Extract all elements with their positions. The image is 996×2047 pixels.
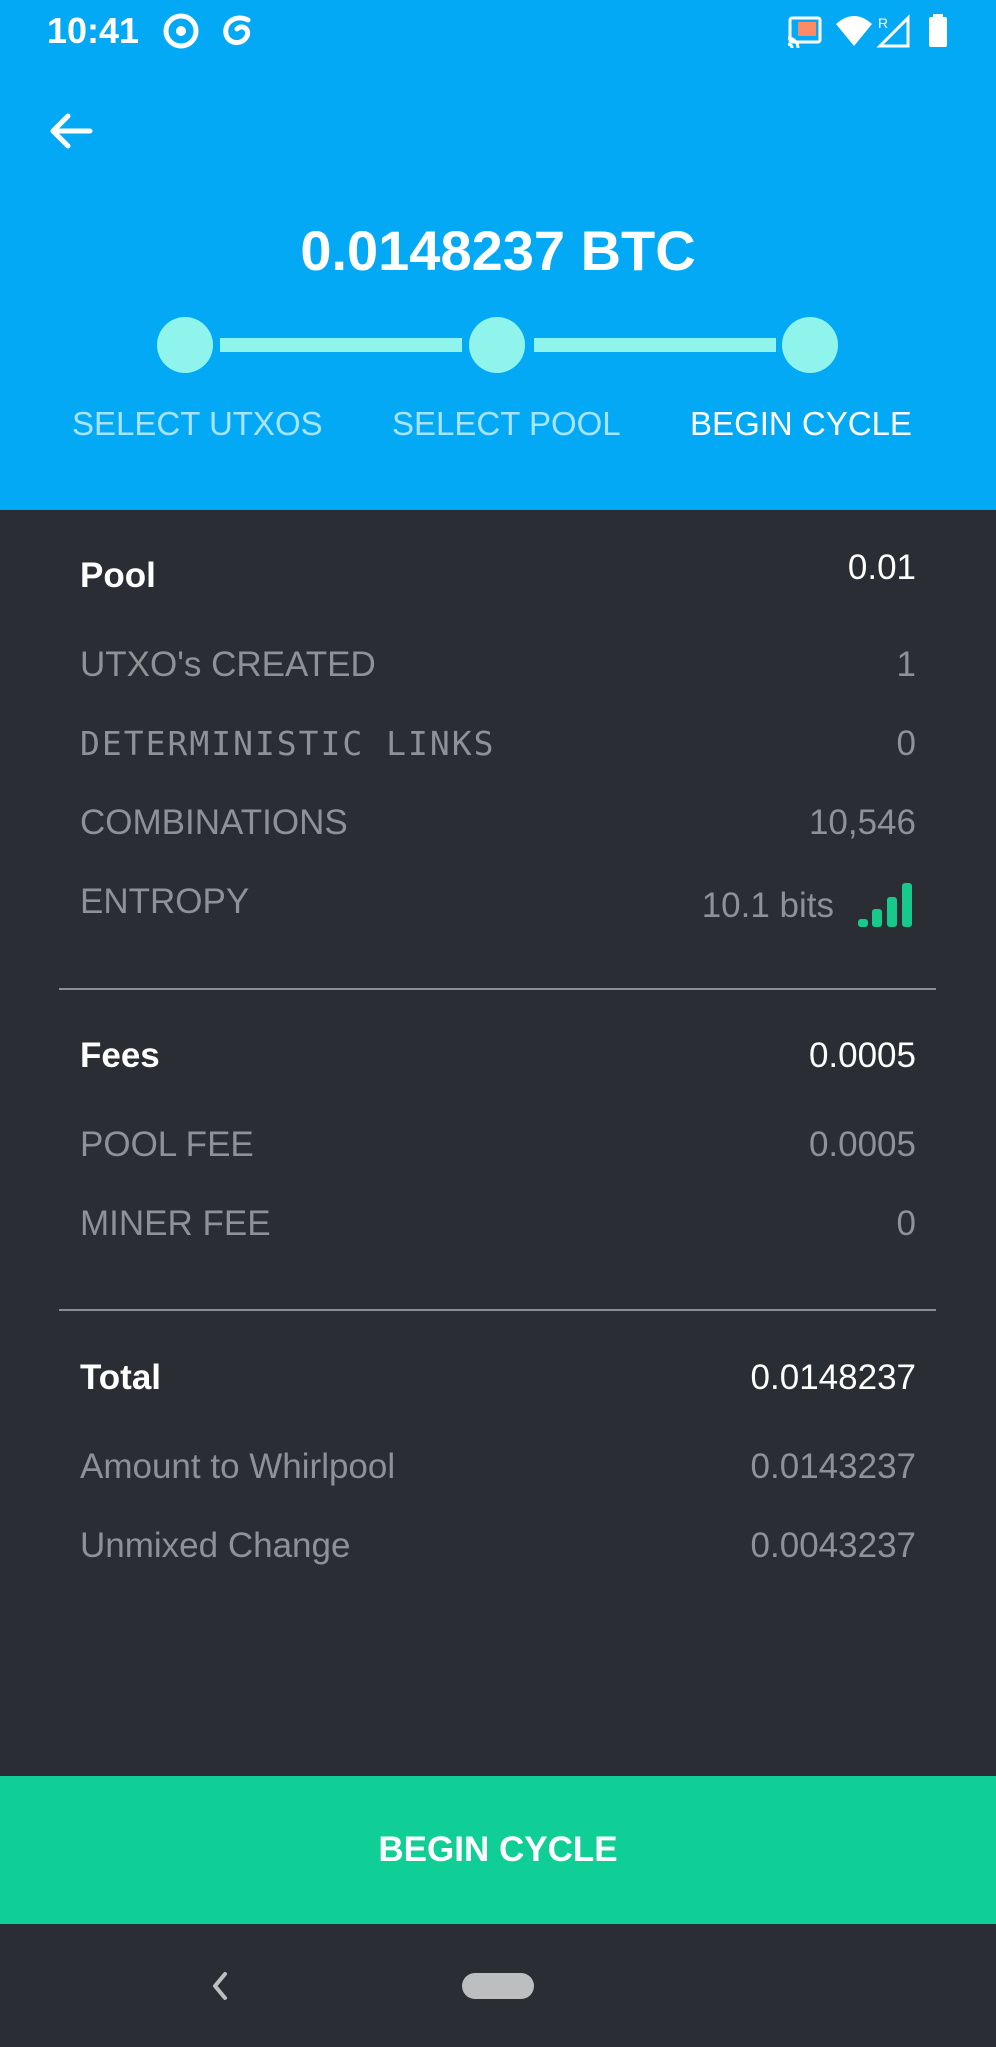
step-label-begin-cycle: BEGIN CYCLE: [690, 405, 912, 442]
begin-cycle-button[interactable]: BEGIN CYCLE: [0, 1776, 996, 1924]
entropy-value: 10.1 bits: [701, 886, 834, 925]
amount-to-whirlpool-label: Amount to Whirlpool: [80, 1447, 396, 1486]
unmixed-change-row: Unmixed Change 0.0043237: [80, 1526, 916, 1576]
fees-title: Fees: [80, 1036, 160, 1075]
entropy-bar: [902, 883, 912, 927]
fees-value: 0.0005: [808, 1036, 916, 1075]
step-dot-select-pool: [469, 317, 525, 373]
section-divider: [59, 1309, 936, 1311]
step-label-select-pool: SELECT POOL: [392, 405, 621, 442]
combinations-row: COMBINATIONS 10,546: [80, 803, 916, 853]
step-dot-select-utxos: [157, 317, 213, 373]
entropy-signal-icon: [858, 883, 916, 927]
entropy-bar: [872, 909, 882, 927]
nav-home-pill[interactable]: [462, 1973, 534, 1999]
miner-fee-row: MINER FEE 0: [80, 1204, 916, 1254]
pool-fee-label: POOL FEE: [80, 1125, 254, 1164]
fees-header-row: Fees 0.0005: [80, 1036, 916, 1086]
miner-fee-label: MINER FEE: [80, 1204, 271, 1243]
section-divider: [59, 988, 936, 990]
signal-icon: R: [876, 14, 910, 48]
deterministic-links-row: DETERMINISTIC LINKS 0: [80, 724, 916, 774]
step-connector: [534, 338, 776, 352]
nav-back-icon[interactable]: [205, 1968, 235, 2004]
entropy-label: ENTROPY: [80, 882, 250, 921]
unmixed-change-value: 0.0043237: [750, 1526, 916, 1565]
pool-fee-value: 0.0005: [808, 1125, 916, 1164]
status-time: 10:41: [47, 10, 140, 51]
back-arrow-icon[interactable]: [44, 104, 98, 158]
header-panel: 10:41 R 0.0148237 BTC SELECT UTXOS SELEC…: [0, 0, 996, 510]
step-label-select-utxos: SELECT UTXOS: [72, 405, 323, 442]
status-bar: 10:41 R: [0, 0, 996, 62]
wifi-icon: [836, 16, 872, 46]
deterministic-links-label: DETERMINISTIC LINKS: [80, 724, 496, 763]
pool-title: Pool: [80, 556, 156, 595]
total-header-row: Total 0.0148237: [80, 1358, 916, 1408]
step-dot-begin-cycle: [782, 317, 838, 373]
utxos-created-label: UTXO's CREATED: [80, 645, 376, 684]
amount-to-whirlpool-row: Amount to Whirlpool 0.0143237: [80, 1447, 916, 1497]
total-value: 0.0148237: [750, 1358, 916, 1397]
amount-title: 0.0148237 BTC: [300, 219, 696, 282]
entropy-row: ENTROPY 10.1 bits: [80, 882, 916, 932]
deterministic-links-value: 0: [896, 724, 916, 763]
amount-to-whirlpool-value: 0.0143237: [750, 1447, 916, 1486]
g-circle-icon: [163, 13, 199, 49]
unmixed-change-label: Unmixed Change: [80, 1526, 351, 1565]
entropy-bar: [858, 919, 868, 927]
pool-value: 0.01: [847, 548, 916, 587]
battery-icon: [929, 14, 947, 47]
pool-fee-row: POOL FEE 0.0005: [80, 1125, 916, 1175]
entropy-bar: [887, 897, 897, 927]
begin-cycle-button-label: BEGIN CYCLE: [378, 1830, 618, 1869]
total-title: Total: [80, 1358, 162, 1397]
step-connector: [220, 338, 462, 352]
miner-fee-value: 0: [896, 1204, 916, 1243]
signal-badge: R: [878, 15, 888, 31]
swirl-icon: [223, 15, 251, 45]
cast-icon: [787, 16, 822, 49]
combinations-label: COMBINATIONS: [80, 803, 348, 842]
utxos-created-value: 1: [896, 645, 916, 684]
pool-header-row: Pool 0.01: [80, 548, 916, 606]
combinations-value: 10,546: [808, 803, 916, 842]
utxos-created-row: UTXO's CREATED 1: [80, 645, 916, 695]
